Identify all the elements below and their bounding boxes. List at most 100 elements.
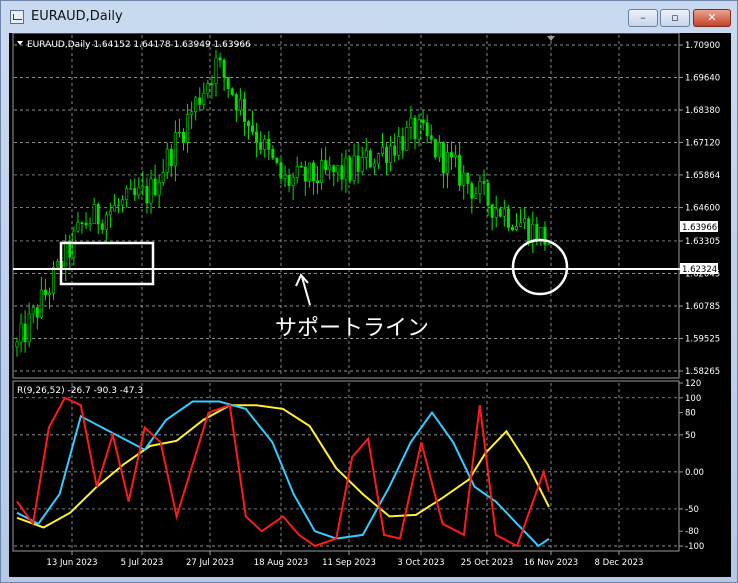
price-label: 1.65864	[685, 171, 720, 181]
candle-body	[368, 150, 372, 168]
candle-body	[307, 162, 311, 182]
candle-body	[409, 117, 413, 128]
date-label: 18 Aug 2023	[254, 558, 308, 568]
candle-body	[141, 186, 145, 189]
candle-body	[222, 59, 226, 78]
chart-area[interactable]: サポートライン EURAUD,Daily 1.64152 1.64178 1.6…	[9, 32, 731, 577]
candle-body	[299, 165, 303, 168]
candle-body	[31, 307, 35, 315]
candle-body	[182, 131, 186, 143]
price-label: 1.67120	[685, 139, 720, 149]
candle-body	[360, 157, 364, 172]
date-label: 8 Dec 2023	[595, 558, 644, 568]
candle-body	[129, 188, 133, 190]
candle-body	[230, 88, 234, 95]
candle-body	[332, 165, 336, 173]
candle-body	[441, 142, 445, 174]
candle-body	[421, 119, 425, 124]
indicator-label: -80	[685, 527, 699, 537]
candle-body	[145, 186, 149, 204]
chart-svg[interactable]: サポートライン EURAUD,Daily 1.64152 1.64178 1.6…	[9, 32, 731, 577]
candle-body	[198, 97, 202, 105]
candle-body	[275, 157, 279, 163]
candle-body	[267, 138, 271, 150]
candle-body	[519, 222, 523, 227]
candle-body	[88, 223, 92, 226]
candle-body	[251, 125, 255, 133]
candle-body	[35, 307, 39, 318]
candle-body	[376, 153, 380, 165]
candle-body	[43, 289, 47, 296]
price-label: 1.64600	[685, 204, 720, 214]
candle-body	[547, 243, 551, 245]
candle-body	[454, 154, 458, 158]
candle-body	[271, 149, 275, 159]
chart-window-icon	[10, 10, 24, 24]
candle-body	[92, 204, 96, 224]
chart-window: EURAUD,Daily – ▫ ✕ サポートライン EURAUD,Daily …	[0, 0, 738, 583]
candle-body	[344, 157, 348, 180]
candle-body	[149, 178, 153, 204]
date-axis: 13 Jun 2023 5 Jul 2023 27 Jul 2023 18 Aug 2…	[46, 551, 643, 568]
candle-body	[117, 204, 121, 207]
candle-body	[242, 98, 246, 122]
candle-body	[482, 181, 486, 184]
candle-body	[433, 138, 437, 158]
window-title: EURAUD,Daily	[31, 9, 123, 24]
candle-body	[27, 313, 31, 343]
candle-body	[64, 241, 68, 270]
candle-body	[352, 155, 356, 181]
indicator-label: 80	[685, 409, 696, 419]
candle-body	[173, 132, 177, 167]
candle-body	[169, 148, 173, 167]
candle-body	[279, 162, 283, 179]
candle-body	[425, 122, 429, 136]
date-label: 25 Oct 2023	[461, 558, 514, 568]
candle-body	[246, 121, 250, 127]
candle-body	[202, 92, 206, 105]
candle-body	[153, 178, 157, 196]
indicator-label: 100	[685, 394, 701, 404]
candle-body	[417, 119, 421, 140]
close-button[interactable]: ✕	[693, 9, 731, 27]
current-price-tag: 1.63966	[682, 223, 717, 233]
price-label: 1.69640	[685, 74, 720, 84]
title-bar[interactable]: EURAUD,Daily – ▫ ✕	[1, 1, 737, 33]
candle-body	[104, 214, 108, 230]
date-label: 16 Nov 2023	[524, 558, 578, 568]
candle-body	[364, 150, 368, 158]
candle-body	[506, 208, 510, 228]
candle-body	[413, 117, 417, 140]
candle-body	[19, 323, 23, 343]
candle-body	[210, 83, 214, 85]
minimize-button[interactable]: –	[628, 9, 658, 27]
candle-body	[303, 166, 307, 182]
candle-body	[194, 97, 198, 112]
candle-body	[84, 222, 88, 226]
date-label: 5 Jul 2023	[121, 558, 164, 568]
candle-body	[177, 131, 181, 134]
candle-body	[218, 57, 222, 61]
candle-body	[336, 165, 340, 173]
candle-body	[133, 188, 137, 196]
candle-body	[401, 136, 405, 151]
candle-body	[380, 146, 384, 154]
candle-body	[157, 181, 161, 196]
candle-body	[466, 172, 470, 184]
candle-body	[527, 218, 531, 244]
candle-body	[397, 136, 401, 156]
candle-body	[437, 142, 441, 158]
indicator-label: -50	[685, 505, 699, 515]
candle-body	[283, 174, 287, 179]
candle-body	[458, 154, 462, 186]
date-label: 3 Oct 2023	[397, 558, 444, 568]
candle-body	[474, 193, 478, 199]
indicator-label: -100	[685, 542, 704, 552]
candle-body	[490, 204, 494, 218]
candle-body	[429, 135, 433, 140]
candle-body	[80, 222, 84, 224]
candle-body	[125, 188, 129, 201]
candle-body	[510, 227, 514, 230]
candle-body	[39, 289, 43, 318]
maximize-button[interactable]: ▫	[660, 9, 690, 27]
